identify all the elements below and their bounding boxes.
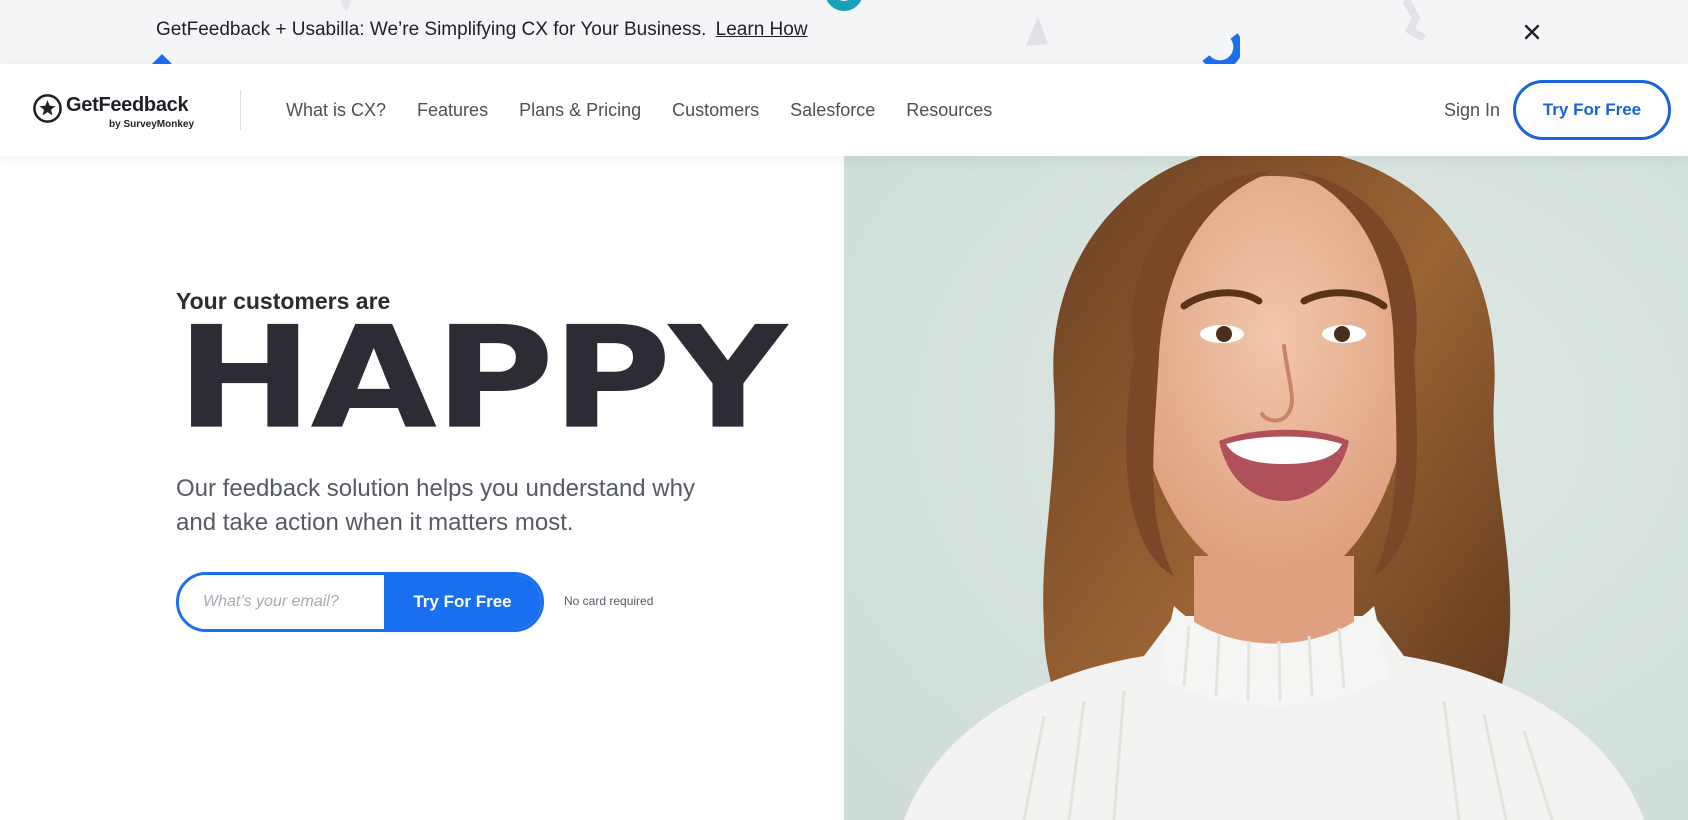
decorative-ring-shape — [826, 0, 862, 11]
sign-in-link[interactable]: Sign In — [1444, 100, 1500, 121]
logo-name: GetFeedback — [66, 94, 189, 116]
nav-item-features[interactable]: Features — [417, 100, 488, 121]
nav-item-what-is-cx[interactable]: What is CX? — [286, 100, 386, 121]
nav-item-salesforce[interactable]: Salesforce — [790, 100, 875, 121]
hero-try-for-free-button[interactable]: Try For Free — [384, 575, 541, 629]
main-nav: What is CX? Features Plans & Pricing Cus… — [286, 100, 992, 121]
smiling-woman-portrait — [844, 156, 1688, 820]
decorative-zigzag-shape — [1402, 0, 1426, 40]
getfeedback-logo[interactable]: GetFeedback by SurveyMonkey — [32, 92, 222, 134]
nav-item-resources[interactable]: Resources — [906, 100, 992, 121]
announcement-banner: GetFeedback + Usabilla: We’re Simplifyin… — [0, 0, 1688, 64]
header-try-for-free-button[interactable]: Try For Free — [1513, 80, 1671, 140]
header-divider — [240, 90, 241, 130]
nav-item-customers[interactable]: Customers — [672, 100, 759, 121]
decorative-triangle-shape — [1026, 16, 1048, 46]
hero-headline: HAPPY — [176, 295, 787, 461]
decorative-sliver-shape — [340, 0, 352, 12]
banner-text: GetFeedback + Usabilla: We’re Simplifyin… — [156, 19, 707, 40]
nav-item-plans-pricing[interactable]: Plans & Pricing — [519, 100, 641, 121]
decorative-triangle-blue-shape — [152, 54, 172, 64]
signup-form: Try For Free — [176, 572, 544, 632]
getfeedback-star-logo-icon — [33, 94, 62, 123]
decorative-arc-shape — [1202, 33, 1240, 64]
no-card-note: No card required — [564, 594, 654, 608]
learn-how-link[interactable]: Learn How — [716, 19, 808, 40]
site-header: GetFeedback by SurveyMonkey What is CX? … — [0, 64, 1688, 156]
hero-subtext: Our feedback solution helps you understa… — [176, 475, 695, 536]
close-icon[interactable] — [1520, 20, 1544, 44]
banner-message: GetFeedback + Usabilla: We’re Simplifyin… — [156, 19, 808, 41]
logo-subtitle: by SurveyMonkey — [109, 119, 195, 130]
hero-photo — [844, 156, 1688, 820]
email-input[interactable] — [179, 575, 384, 629]
